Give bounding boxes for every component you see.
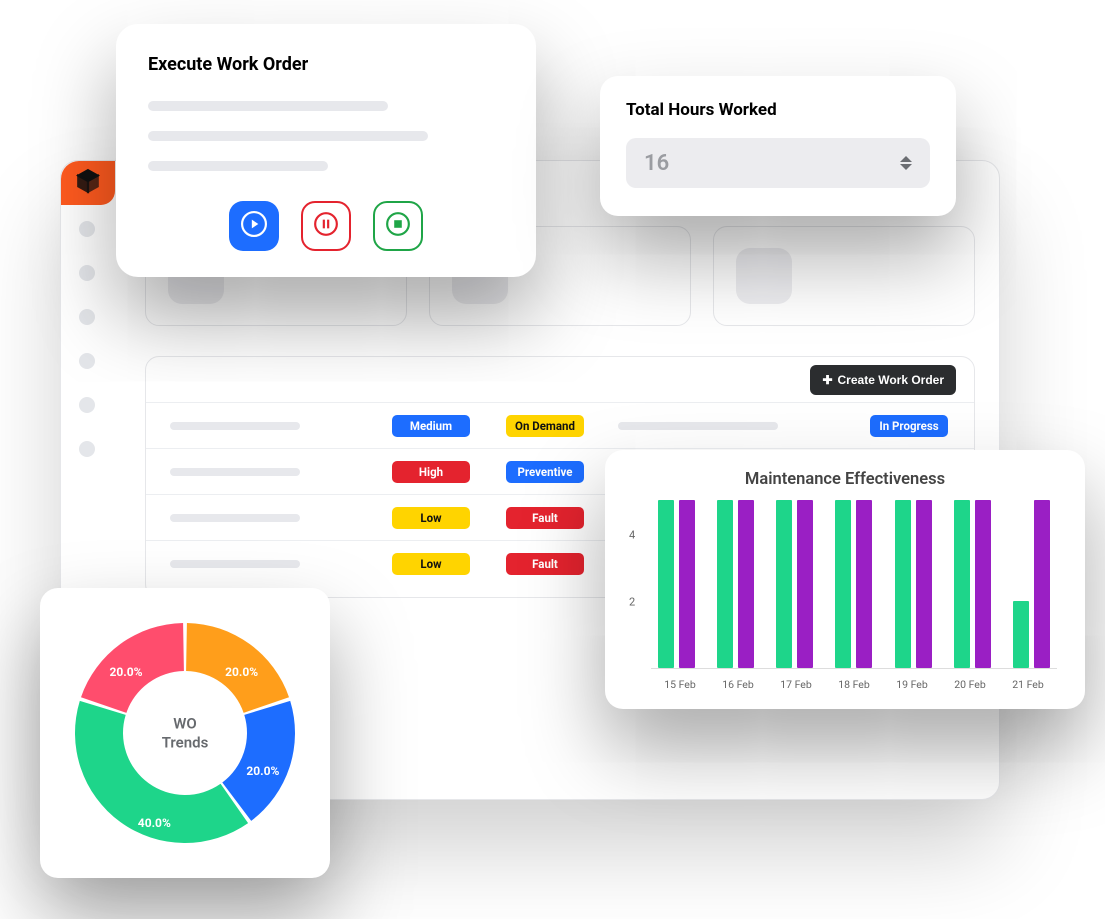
metric-card [713,226,975,326]
text-placeholder [148,101,388,111]
sidebar-nav [79,221,95,457]
bar [776,500,792,668]
bar [738,500,754,668]
maintenance-effectiveness-title: Maintenance Effectiveness [629,470,1061,489]
bar-group [1006,500,1057,668]
bar [916,500,932,668]
bar-group [769,500,820,668]
plus-icon: ✚ [822,373,832,387]
priority-badge: High [392,461,470,483]
text-placeholder [148,161,328,171]
bar [717,500,733,668]
bar [856,500,872,668]
priority-badge: Low [392,507,470,529]
bar-group [710,500,761,668]
type-badge: Fault [506,553,584,575]
wo-trends-donut: WO Trends 20.0% 20.0% 40.0% 20.0% [67,615,303,851]
total-hours-title: Total Hours Worked [626,100,930,120]
x-axis-tick: 19 Feb [883,678,941,691]
bar-group [651,500,702,668]
sidebar-item[interactable] [79,397,95,413]
type-badge: Preventive [506,461,584,483]
create-work-order-label: Create Work Order [838,373,944,387]
text-placeholder [170,468,300,476]
maintenance-effectiveness-card: Maintenance Effectiveness 2 4 15 Feb16 Fe… [605,450,1085,709]
x-axis-tick: 17 Feb [767,678,825,691]
x-axis-tick: 21 Feb [999,678,1057,691]
wo-trends-center-label: WO Trends [162,714,209,752]
type-badge: On Demand [506,415,584,437]
bar-group [947,500,998,668]
x-axis-tick: 20 Feb [941,678,999,691]
y-axis-tick: 2 [629,595,635,608]
bar [895,500,911,668]
bar [1034,500,1050,668]
play-icon [241,211,267,241]
y-axis-tick: 4 [629,528,635,541]
bar-group [828,500,879,668]
donut-segment-label: 20.0% [225,665,258,679]
stepper-arrows-icon [900,156,912,170]
x-axis-tick: 16 Feb [709,678,767,691]
stop-button[interactable] [373,201,423,251]
type-badge: Fault [506,507,584,529]
priority-badge: Medium [392,415,470,437]
bar [679,500,695,668]
text-placeholder [170,422,300,430]
priority-badge: Low [392,553,470,575]
pause-icon [313,211,339,241]
total-hours-value: 16 [644,151,669,176]
text-placeholder [148,131,428,141]
table-toolbar: ✚ Create Work Order [146,357,974,403]
total-hours-card: Total Hours Worked 16 [600,76,956,216]
execute-card-title: Execute Work Order [148,54,504,75]
bar [975,500,991,668]
total-hours-stepper[interactable]: 16 [626,138,930,188]
bar [797,500,813,668]
create-work-order-button[interactable]: ✚ Create Work Order [810,365,956,395]
app-logo [61,161,115,205]
metric-placeholder-icon [736,248,792,304]
bar [658,500,674,668]
text-placeholder [618,422,778,430]
playback-controls [148,201,504,251]
wo-trends-card: WO Trends 20.0% 20.0% 40.0% 20.0% [40,588,330,878]
table-row[interactable]: Medium On Demand In Progress [146,403,974,449]
donut-segment-label: 20.0% [246,764,279,778]
maintenance-effectiveness-chart: 2 4 15 Feb16 Feb17 Feb18 Feb19 Feb20 Feb2… [629,501,1061,691]
pause-button[interactable] [301,201,351,251]
stop-icon [385,211,411,241]
text-placeholder [170,560,300,568]
donut-segment-label: 40.0% [138,816,171,830]
status-badge: In Progress [870,415,948,437]
play-button[interactable] [229,201,279,251]
bar-group [888,500,939,668]
bar [1013,601,1029,668]
x-axis-tick: 15 Feb [651,678,709,691]
execute-work-order-card: Execute Work Order [116,24,536,277]
sidebar-item[interactable] [79,221,95,237]
sidebar-item[interactable] [79,265,95,281]
text-placeholder [170,514,300,522]
sidebar-item[interactable] [79,441,95,457]
bar [954,500,970,668]
x-axis-tick: 18 Feb [825,678,883,691]
donut-segment-label: 20.0% [109,665,142,679]
bar [835,500,851,668]
cube-icon [75,168,101,198]
sidebar-item[interactable] [79,309,95,325]
sidebar-item[interactable] [79,353,95,369]
